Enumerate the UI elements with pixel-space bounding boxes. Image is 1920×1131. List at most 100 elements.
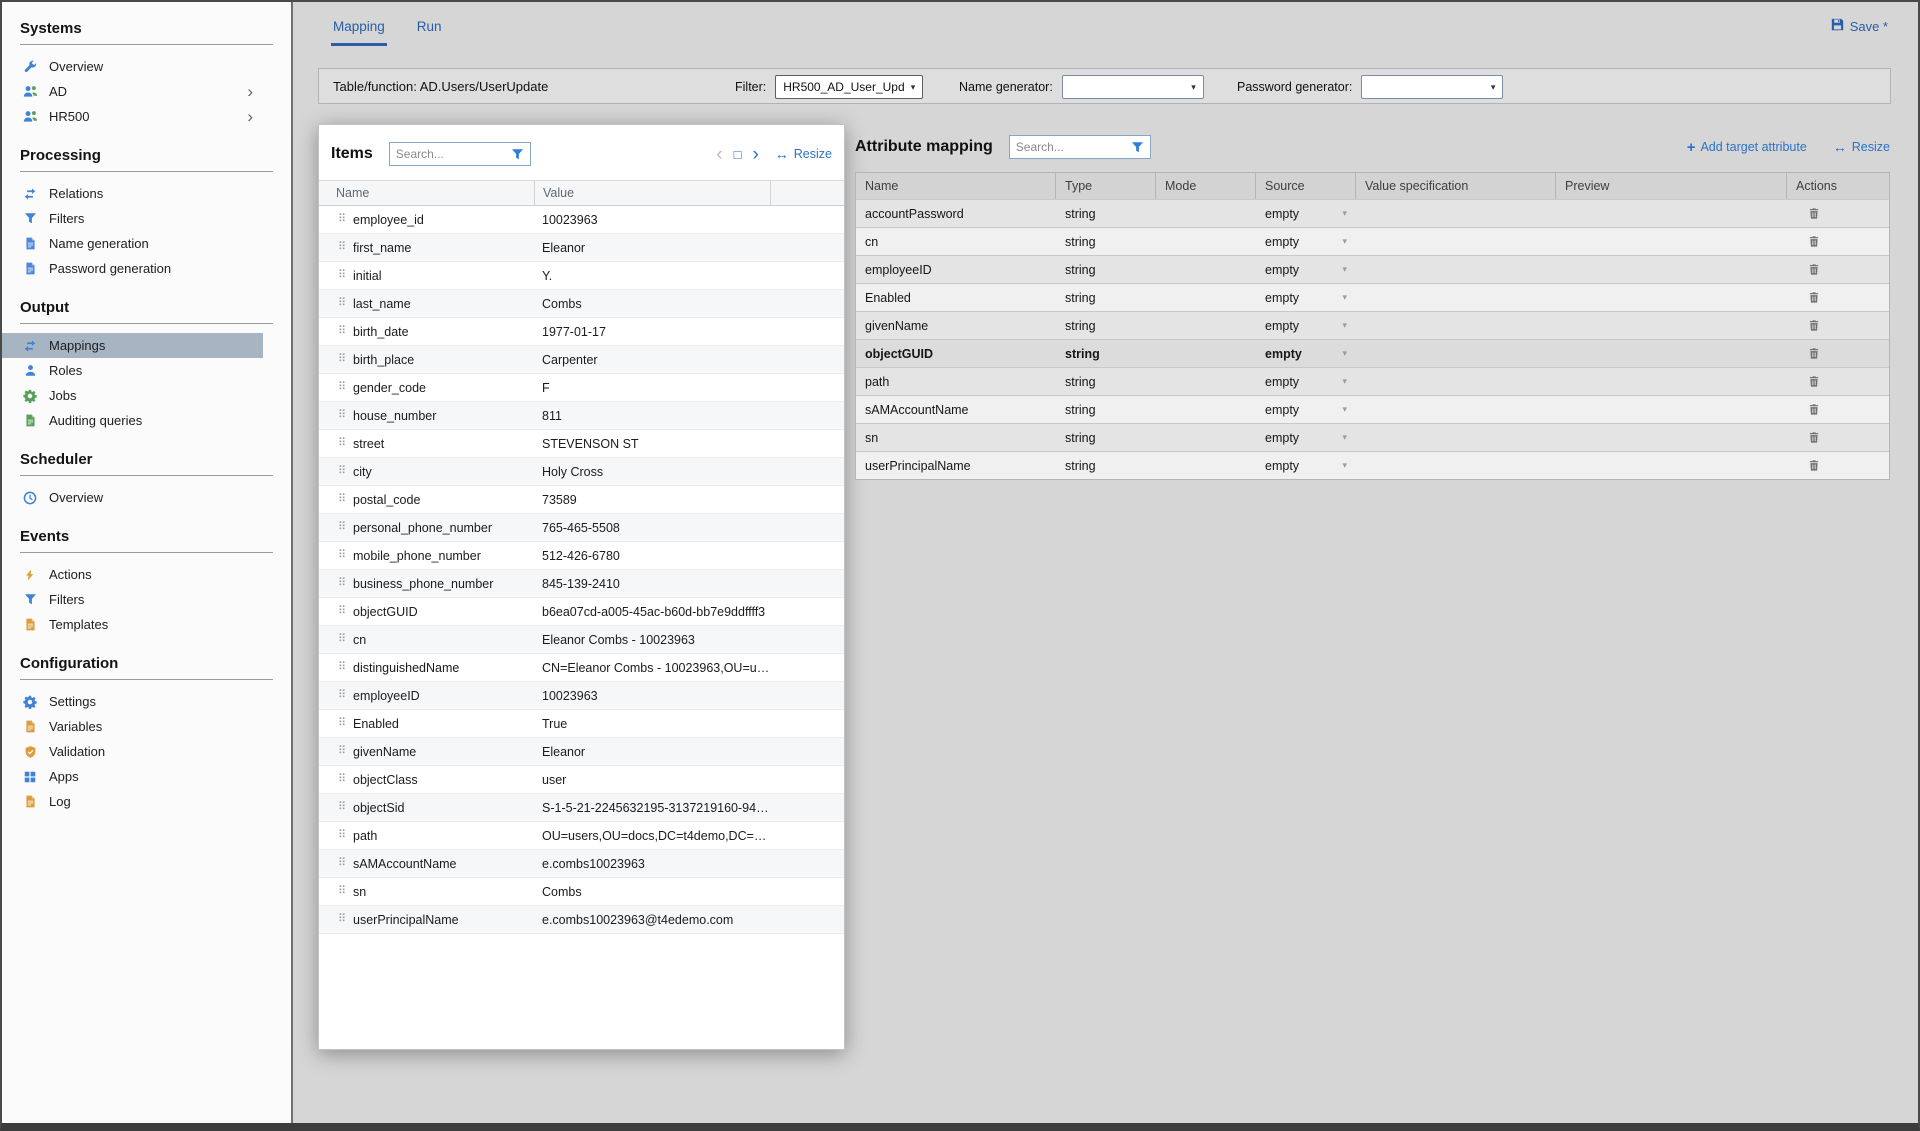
mapping-source-select[interactable]: empty ▾ xyxy=(1256,368,1356,395)
trash-icon[interactable] xyxy=(1808,319,1820,332)
drag-handle-icon[interactable]: ⠿ xyxy=(319,242,353,253)
mapping-row[interactable]: sAMAccountName string empty ▾ xyxy=(856,395,1889,423)
item-row[interactable]: ⠿ mobile_phone_number 512-426-6780 xyxy=(319,542,844,570)
mapping-row[interactable]: Enabled string empty ▾ xyxy=(856,283,1889,311)
trash-icon[interactable] xyxy=(1808,431,1820,444)
drag-handle-icon[interactable]: ⠿ xyxy=(319,438,353,449)
drag-handle-icon[interactable]: ⠿ xyxy=(319,634,353,645)
sidebar-item[interactable]: Relations › xyxy=(2,181,263,206)
item-row[interactable]: ⠿ first_name Eleanor xyxy=(319,234,844,262)
trash-icon[interactable] xyxy=(1808,207,1820,220)
item-row[interactable]: ⠿ personal_phone_number 765-465-5508 xyxy=(319,514,844,542)
items-search-input[interactable] xyxy=(390,147,506,161)
mapping-row[interactable]: userPrincipalName string empty ▾ xyxy=(856,451,1889,479)
sidebar-item[interactable]: Validation › xyxy=(2,739,263,764)
item-row[interactable]: ⠿ sAMAccountName e.combs10023963 xyxy=(319,850,844,878)
mapping-row[interactable]: givenName string empty ▾ xyxy=(856,311,1889,339)
add-target-attribute-button[interactable]: + Add target attribute xyxy=(1687,140,1807,155)
drag-handle-icon[interactable]: ⠿ xyxy=(319,578,353,589)
item-row[interactable]: ⠿ cn Eleanor Combs - 10023963 xyxy=(319,626,844,654)
mapping-source-select[interactable]: empty ▾ xyxy=(1256,256,1356,283)
save-button[interactable]: Save * xyxy=(1831,18,1888,34)
sidebar-item[interactable]: Overview › xyxy=(2,54,263,79)
chevron-left-icon[interactable]: ‹ xyxy=(716,145,722,164)
filter-select[interactable]: HR500_AD_User_Update ▾ xyxy=(775,75,923,99)
mapping-row[interactable]: employeeID string empty ▾ xyxy=(856,255,1889,283)
drag-handle-icon[interactable]: ⠿ xyxy=(319,214,353,225)
trash-icon[interactable] xyxy=(1808,291,1820,304)
trash-icon[interactable] xyxy=(1808,459,1820,472)
drag-handle-icon[interactable]: ⠿ xyxy=(319,354,353,365)
funnel-icon[interactable] xyxy=(1126,136,1150,158)
sidebar-item[interactable]: Overview › xyxy=(2,485,263,510)
drag-handle-icon[interactable]: ⠿ xyxy=(319,382,353,393)
mapping-search-input[interactable] xyxy=(1010,140,1126,154)
mapping-row[interactable]: path string empty ▾ xyxy=(856,367,1889,395)
mapping-source-select[interactable]: empty ▾ xyxy=(1256,200,1356,227)
drag-handle-icon[interactable]: ⠿ xyxy=(319,410,353,421)
sidebar-item[interactable]: Variables › xyxy=(2,714,263,739)
mapping-source-select[interactable]: empty ▾ xyxy=(1256,396,1356,423)
mapping-source-select[interactable]: empty ▾ xyxy=(1256,312,1356,339)
mapping-source-select[interactable]: empty ▾ xyxy=(1256,284,1356,311)
item-row[interactable]: ⠿ givenName Eleanor xyxy=(319,738,844,766)
drag-handle-icon[interactable]: ⠿ xyxy=(319,522,353,533)
item-row[interactable]: ⠿ objectGUID b6ea07cd-a005-45ac-b60d-bb7… xyxy=(319,598,844,626)
drag-handle-icon[interactable]: ⠿ xyxy=(319,718,353,729)
name-generator-select[interactable]: ▾ xyxy=(1062,75,1204,99)
drag-handle-icon[interactable]: ⠿ xyxy=(319,802,353,813)
mapping-row[interactable]: accountPassword string empty ▾ xyxy=(856,199,1889,227)
trash-icon[interactable] xyxy=(1808,263,1820,276)
sidebar-item[interactable]: Log › xyxy=(2,789,263,814)
sidebar-item[interactable]: Mappings › xyxy=(2,333,263,358)
item-row[interactable]: ⠿ objectClass user xyxy=(319,766,844,794)
drag-handle-icon[interactable]: ⠿ xyxy=(319,494,353,505)
drag-handle-icon[interactable]: ⠿ xyxy=(319,550,353,561)
sidebar-item[interactable]: Roles › xyxy=(2,358,263,383)
drag-handle-icon[interactable]: ⠿ xyxy=(319,746,353,757)
items-resize-button[interactable]: ↔ Resize xyxy=(775,146,832,162)
funnel-icon[interactable] xyxy=(506,143,530,165)
item-row[interactable]: ⠿ house_number 811 xyxy=(319,402,844,430)
sidebar-item[interactable]: Apps › xyxy=(2,764,263,789)
drag-handle-icon[interactable]: ⠿ xyxy=(319,830,353,841)
mapping-source-select[interactable]: empty ▾ xyxy=(1256,228,1356,255)
drag-handle-icon[interactable]: ⠿ xyxy=(319,298,353,309)
drag-handle-icon[interactable]: ⠿ xyxy=(319,466,353,477)
item-row[interactable]: ⠿ objectSid S-1-5-21-2245632195-31372191… xyxy=(319,794,844,822)
sidebar-item[interactable]: Name generation › xyxy=(2,231,263,256)
mapping-row[interactable]: sn string empty ▾ xyxy=(856,423,1889,451)
drag-handle-icon[interactable]: ⠿ xyxy=(319,858,353,869)
item-row[interactable]: ⠿ userPrincipalName e.combs10023963@t4ed… xyxy=(319,906,844,934)
drag-handle-icon[interactable]: ⠿ xyxy=(319,914,353,925)
mapping-row[interactable]: cn string empty ▾ xyxy=(856,227,1889,255)
item-row[interactable]: ⠿ postal_code 73589 xyxy=(319,486,844,514)
item-row[interactable]: ⠿ employeeID 10023963 xyxy=(319,682,844,710)
drag-handle-icon[interactable]: ⠿ xyxy=(319,270,353,281)
chevron-right-icon[interactable]: › xyxy=(752,145,758,164)
sidebar-item[interactable]: AD › xyxy=(2,79,263,104)
item-row[interactable]: ⠿ business_phone_number 845-139-2410 xyxy=(319,570,844,598)
trash-icon[interactable] xyxy=(1808,375,1820,388)
mapping-source-select[interactable]: empty ▾ xyxy=(1256,424,1356,451)
square-icon[interactable]: □ xyxy=(734,148,742,161)
item-row[interactable]: ⠿ street STEVENSON ST xyxy=(319,430,844,458)
trash-icon[interactable] xyxy=(1808,235,1820,248)
sidebar-item[interactable]: Settings › xyxy=(2,689,263,714)
mapping-row[interactable]: objectGUID string empty ▾ xyxy=(856,339,1889,367)
trash-icon[interactable] xyxy=(1808,403,1820,416)
trash-icon[interactable] xyxy=(1808,347,1820,360)
sidebar-item[interactable]: Actions › xyxy=(2,562,263,587)
item-row[interactable]: ⠿ sn Combs xyxy=(319,878,844,906)
mapping-source-select[interactable]: empty ▾ xyxy=(1256,340,1356,367)
tab-mapping[interactable]: Mapping xyxy=(331,15,387,46)
item-row[interactable]: ⠿ initial Y. xyxy=(319,262,844,290)
sidebar-item[interactable]: HR500 › xyxy=(2,104,263,129)
drag-handle-icon[interactable]: ⠿ xyxy=(319,662,353,673)
item-row[interactable]: ⠿ birth_place Carpenter xyxy=(319,346,844,374)
item-row[interactable]: ⠿ path OU=users,OU=docs,DC=t4demo,DC=c..… xyxy=(319,822,844,850)
item-row[interactable]: ⠿ last_name Combs xyxy=(319,290,844,318)
item-row[interactable]: ⠿ birth_date 1977-01-17 xyxy=(319,318,844,346)
drag-handle-icon[interactable]: ⠿ xyxy=(319,886,353,897)
drag-handle-icon[interactable]: ⠿ xyxy=(319,326,353,337)
